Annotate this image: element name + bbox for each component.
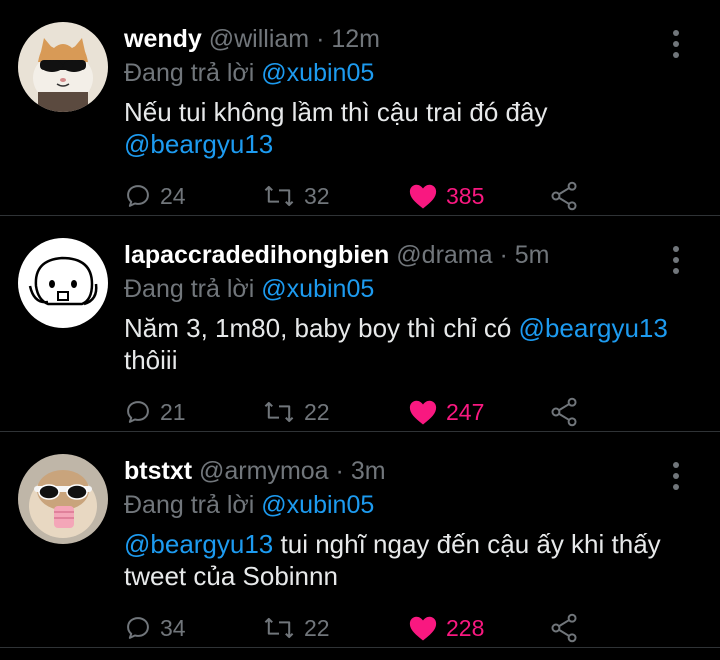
- timestamp[interactable]: 12m: [331, 25, 380, 53]
- like-count: 247: [446, 398, 485, 425]
- timestamp[interactable]: 5m: [515, 241, 550, 269]
- reply-prefix: Đang trả lời: [124, 59, 255, 87]
- author-handle[interactable]: @armymoa: [199, 457, 329, 485]
- separator-dot: ·: [335, 457, 344, 485]
- reply-count: 24: [160, 182, 186, 209]
- more-dots-icon: [673, 462, 679, 468]
- action-bar: 21 22 247: [124, 394, 594, 430]
- reply-button[interactable]: 24: [124, 178, 186, 214]
- author-handle[interactable]: @drama: [396, 241, 492, 269]
- mention-link[interactable]: @beargyu13: [124, 529, 273, 559]
- reply-context: Đang trả lời @xubin05: [124, 488, 650, 522]
- heart-icon: [409, 400, 437, 425]
- more-dots-icon: [673, 246, 679, 252]
- heart-icon: [409, 616, 437, 641]
- share-icon: [551, 397, 577, 427]
- like-count: 228: [446, 614, 485, 641]
- retweet-icon: [264, 185, 294, 207]
- share-icon: [551, 181, 577, 211]
- retweet-icon: [264, 617, 294, 639]
- tweet-body: Nếu tui không lầm thì cậu trai đó đây @b…: [124, 96, 684, 160]
- retweet-count: 22: [304, 398, 330, 425]
- retweet-icon: [264, 401, 294, 423]
- avatar[interactable]: [18, 454, 108, 544]
- share-button[interactable]: [550, 610, 578, 646]
- like-button[interactable]: 247: [408, 394, 484, 430]
- separator-dot: ·: [499, 241, 508, 269]
- cat-avatar-icon: [18, 22, 108, 112]
- reply-icon: [127, 185, 149, 207]
- mention-link[interactable]: @beargyu13: [124, 129, 273, 159]
- mention-link[interactable]: @beargyu13: [519, 313, 668, 343]
- reply-count: 34: [160, 614, 186, 641]
- reply-button[interactable]: 34: [124, 610, 186, 646]
- separator-dot: ·: [316, 25, 325, 53]
- author-name[interactable]: wendy: [124, 25, 202, 53]
- more-options-button[interactable]: [672, 246, 680, 274]
- retweet-button[interactable]: 22: [262, 610, 330, 646]
- reply-context: Đang trả lời @xubin05: [124, 56, 650, 90]
- author-name[interactable]: lapaccradedihongbien: [124, 241, 389, 269]
- doodle-avatar-icon: [18, 238, 108, 328]
- tweet-text: Nếu tui không lầm thì cậu trai đó đây: [124, 97, 548, 127]
- like-button[interactable]: 385: [408, 178, 484, 214]
- reply-mention-link[interactable]: @xubin05: [261, 275, 374, 303]
- share-button[interactable]: [550, 178, 578, 214]
- action-bar: 34 22 228: [124, 610, 594, 646]
- tweet-3[interactable]: btstxt @armymoa · 3m Đang trả lời @xubin…: [0, 432, 720, 648]
- retweet-button[interactable]: 22: [262, 394, 330, 430]
- tweet-2[interactable]: lapaccradedihongbien @drama · 5m Đang tr…: [0, 216, 720, 432]
- tweet-body: @beargyu13 tui nghĩ ngay đến cậu ấy khi …: [124, 528, 684, 592]
- avatar[interactable]: [18, 22, 108, 112]
- retweet-count: 22: [304, 614, 330, 641]
- reply-mention-link[interactable]: @xubin05: [261, 59, 374, 87]
- share-button[interactable]: [550, 394, 578, 430]
- timestamp[interactable]: 3m: [351, 457, 386, 485]
- tweet-text: Năm 3, 1m80, baby boy thì chỉ có: [124, 313, 512, 343]
- reply-button[interactable]: 21: [124, 394, 186, 430]
- hamster-avatar-icon: [18, 454, 108, 544]
- reply-count: 21: [160, 398, 186, 425]
- reply-mention-link[interactable]: @xubin05: [261, 491, 374, 519]
- more-dots-icon: [673, 30, 679, 36]
- author-handle[interactable]: @william: [209, 25, 309, 53]
- reply-icon: [127, 401, 149, 423]
- reply-icon: [127, 617, 149, 639]
- tweet-1[interactable]: wendy @william · 12m Đang trả lời @xubin…: [0, 0, 720, 216]
- more-options-button[interactable]: [672, 30, 680, 58]
- reply-context: Đang trả lời @xubin05: [124, 272, 650, 306]
- heart-icon: [409, 184, 437, 209]
- tweet-text-tail: thôiii: [124, 345, 178, 375]
- more-options-button[interactable]: [672, 462, 680, 490]
- author-name[interactable]: btstxt: [124, 457, 192, 485]
- share-icon: [551, 613, 577, 643]
- retweet-button[interactable]: 32: [262, 178, 330, 214]
- tweet-body: Năm 3, 1m80, baby boy thì chỉ có @beargy…: [124, 312, 684, 376]
- retweet-count: 32: [304, 182, 330, 209]
- action-bar: 24 32 385: [124, 178, 594, 214]
- reply-prefix: Đang trả lời: [124, 491, 255, 519]
- like-count: 385: [446, 182, 485, 209]
- avatar[interactable]: [18, 238, 108, 328]
- like-button[interactable]: 228: [408, 610, 484, 646]
- reply-prefix: Đang trả lời: [124, 275, 255, 303]
